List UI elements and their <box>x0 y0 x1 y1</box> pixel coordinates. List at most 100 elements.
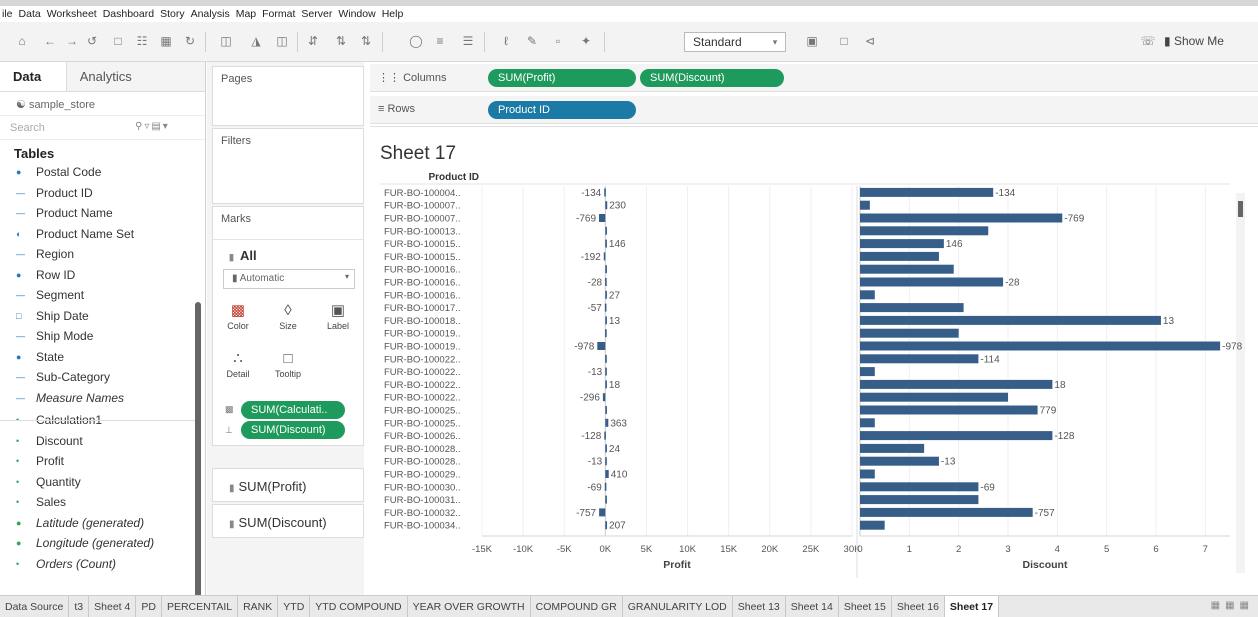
field-item[interactable]: □ Ship Date <box>0 306 205 327</box>
sheet-tab[interactable]: Sheet 14 <box>786 595 839 617</box>
new-datasource-icon[interactable]: ☷ <box>134 33 150 49</box>
pin-icon[interactable]: ✦ <box>578 33 594 49</box>
tab-navigation-icons[interactable]: ▦▦▦ <box>1211 600 1254 611</box>
color-button[interactable]: ▩ Color <box>221 301 255 341</box>
undo-icon[interactable]: ← <box>42 33 58 49</box>
rows-shelf[interactable]: ≡ Rows Product ID <box>370 96 1258 124</box>
field-item[interactable]: • Sales <box>0 492 205 513</box>
highlight-icon[interactable]: ☰ <box>460 33 476 49</box>
marks-all-row[interactable]: ▮ All <box>213 239 363 263</box>
clear-sheet-icon[interactable]: ◮ <box>248 33 264 49</box>
field-item[interactable]: • Profit <box>0 451 205 472</box>
columns-pill-profit[interactable]: SUM(Profit) <box>488 69 636 87</box>
discount-data-label: -978 <box>1222 342 1242 353</box>
columns-shelf[interactable]: ⋮⋮ Columns SUM(Profit) SUM(Discount) <box>370 64 1258 92</box>
menu-item-format[interactable]: Format <box>262 8 295 20</box>
share-icon[interactable]: ⊲ <box>862 33 878 49</box>
pages-card[interactable]: Pages <box>212 66 364 126</box>
size-button[interactable]: ◊ Size <box>271 301 305 341</box>
sort-asc-icon[interactable]: ⇅ <box>333 33 349 49</box>
filters-card[interactable]: Filters <box>212 128 364 204</box>
sheet-tab[interactable]: Sheet 4 <box>89 595 137 617</box>
sheet-tab[interactable]: YTD <box>278 595 311 617</box>
menu-item-ile[interactable]: ile <box>2 8 13 20</box>
fix-axes-icon[interactable]: ▫ <box>550 33 566 49</box>
field-item[interactable]: ● Latitude (generated) <box>0 513 205 534</box>
tooltip-toggle-icon[interactable]: □ <box>836 33 852 49</box>
search-filter-icons[interactable]: ⚲▿▤▾ <box>135 121 170 132</box>
field-item[interactable]: ◐ Product Name Set <box>0 224 205 245</box>
sheet-tab[interactable]: RANK <box>238 595 279 617</box>
sort-icon[interactable]: ⇵ <box>305 33 321 49</box>
sort-desc-icon[interactable]: ⇅ <box>358 33 374 49</box>
field-item[interactable]: • Quantity <box>0 472 205 493</box>
field-item[interactable]: • Orders (Count) <box>0 554 205 575</box>
search-input[interactable]: Search <box>10 122 45 134</box>
annotate-icon[interactable]: ℓ <box>498 33 514 49</box>
mark-type-dropdown[interactable]: ▮ Automatic ▾ <box>223 269 355 289</box>
pen-icon[interactable]: ✎ <box>524 33 540 49</box>
sheet-tab[interactable]: t3 <box>69 595 90 617</box>
menu-item-story[interactable]: Story <box>160 8 185 20</box>
fit-dropdown[interactable]: Standard ▾ <box>684 32 786 52</box>
menu-item-worksheet[interactable]: Worksheet <box>47 8 97 20</box>
menu-item-server[interactable]: Server <box>301 8 332 20</box>
tooltip-button[interactable]: □ Tooltip <box>271 349 305 389</box>
sheet-tab[interactable]: PERCENTAIL <box>162 595 239 617</box>
field-item[interactable]: ● Longitude (generated) <box>0 533 205 554</box>
sheet-tab[interactable]: COMPOUND GR <box>531 595 623 617</box>
rows-pill-product-id[interactable]: Product ID <box>488 101 636 119</box>
field-item[interactable]: — Ship Mode <box>0 326 205 347</box>
menu-item-analysis[interactable]: Analysis <box>191 8 230 20</box>
sheet-tab[interactable]: GRANULARITY LOD <box>623 595 733 617</box>
revert-icon[interactable]: ↺ <box>84 33 100 49</box>
group-icon[interactable]: ◯ <box>408 33 424 49</box>
columns-pill-discount[interactable]: SUM(Discount) <box>640 69 784 87</box>
menu-item-help[interactable]: Help <box>382 8 404 20</box>
field-item[interactable]: ● State <box>0 347 205 368</box>
field-item[interactable]: — Segment <box>0 285 205 306</box>
duplicate-sheet-icon[interactable]: ◫ <box>218 33 234 49</box>
menu-item-map[interactable]: Map <box>236 8 256 20</box>
home-icon[interactable]: ⌂ <box>14 33 30 49</box>
measure-card-profit[interactable]: ▮ SUM(Profit) <box>212 468 364 502</box>
label-marks-icon[interactable]: ≡ <box>432 33 448 49</box>
field-item[interactable]: — Product Name <box>0 203 205 224</box>
presentation-icon[interactable]: ▣ <box>804 33 820 49</box>
menu-item-dashboard[interactable]: Dashboard <box>103 8 154 20</box>
field-item[interactable]: ● Postal Code <box>0 162 205 183</box>
refresh-icon[interactable]: ↻ <box>182 33 198 49</box>
field-item[interactable]: • Discount <box>0 431 205 452</box>
sheet-tab[interactable]: Sheet 17 <box>944 595 1000 617</box>
sheet-tab[interactable]: YEAR OVER GROWTH <box>408 595 531 617</box>
sheet-tab[interactable]: Sheet 15 <box>839 595 892 617</box>
detail-button[interactable]: ∴ Detail <box>221 349 255 389</box>
measure-card-discount[interactable]: ▮ SUM(Discount) <box>212 504 364 538</box>
field-item[interactable]: — Product ID <box>0 183 205 204</box>
sheet-tab[interactable]: Sheet 13 <box>733 595 786 617</box>
data-pane-scrollbar[interactable] <box>195 302 201 617</box>
sheet-tab[interactable]: Data Source <box>0 595 70 617</box>
marks-pill-discount[interactable]: SUM(Discount) <box>241 421 345 439</box>
sheet-tab[interactable]: PD <box>136 595 162 617</box>
tab-data[interactable]: Data <box>0 62 66 91</box>
chevron-down-icon: ▾ <box>344 272 349 281</box>
label-button[interactable]: ▣ Label <box>321 301 355 341</box>
sheet-tab[interactable]: Sheet 16 <box>892 595 945 617</box>
tab-analytics[interactable]: Analytics <box>65 62 205 91</box>
menu-item-data[interactable]: Data <box>19 8 41 20</box>
field-item[interactable]: — Region <box>0 244 205 265</box>
new-worksheet-icon[interactable]: ▦ <box>158 33 174 49</box>
redo-icon[interactable]: → <box>64 33 80 49</box>
field-item[interactable]: — Measure Names <box>0 388 205 409</box>
sheet-tab[interactable]: YTD COMPOUND <box>310 595 408 617</box>
swap-icon[interactable]: ◫ <box>274 33 290 49</box>
marks-pill-calculation[interactable]: SUM(Calculati.. <box>241 401 345 419</box>
field-item[interactable]: ● Row ID <box>0 265 205 286</box>
field-item[interactable]: — Sub-Category <box>0 367 205 388</box>
datasource-item[interactable]: ☯ sample_store <box>0 92 205 116</box>
field-search[interactable]: Search ⚲▿▤▾ <box>0 116 205 140</box>
show-me-button[interactable]: ▮ Show Me <box>1164 34 1224 48</box>
menu-item-window[interactable]: Window <box>338 8 375 20</box>
save-icon[interactable]: □ <box>110 33 126 49</box>
